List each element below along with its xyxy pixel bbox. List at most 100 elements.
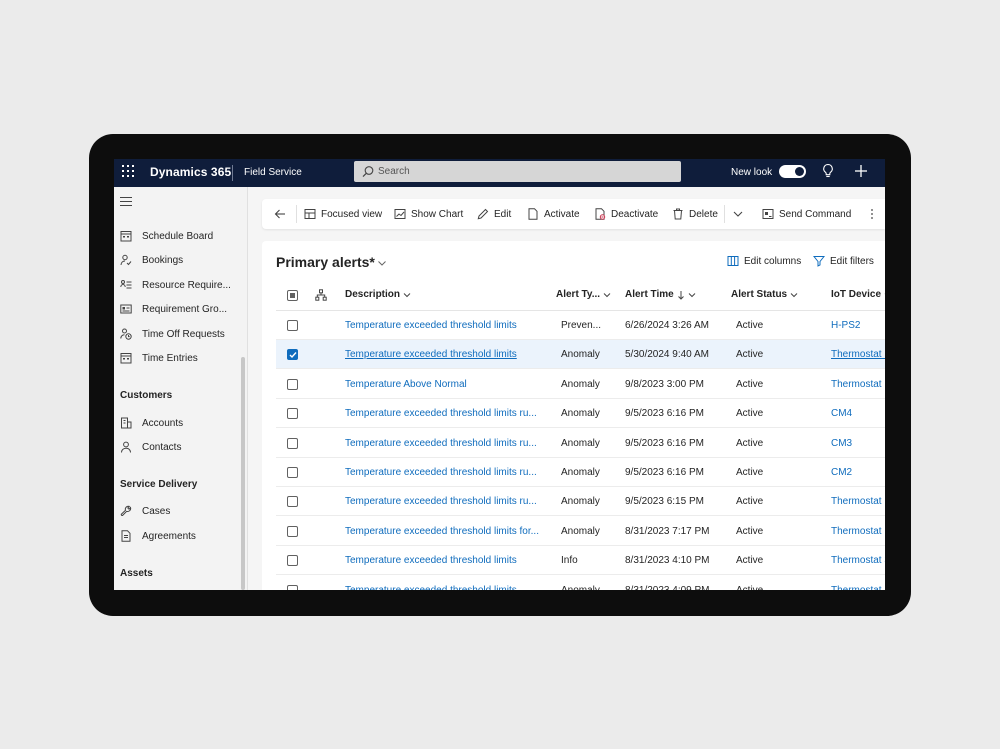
iot-device-link[interactable]: CM4 xyxy=(831,408,885,419)
iot-device-link[interactable]: Thermostat 1 xyxy=(831,496,885,507)
chevron-down-icon[interactable] xyxy=(377,258,387,268)
brand-title[interactable]: Dynamics 365 xyxy=(150,165,231,179)
description-link[interactable]: Temperature exceeded threshold limits ru… xyxy=(345,467,545,478)
app-name[interactable]: Field Service xyxy=(244,167,302,178)
row-checkbox[interactable] xyxy=(287,349,298,361)
command-bar: Focused view Show Chart Edit Activate De… xyxy=(262,199,885,229)
row-checkbox[interactable] xyxy=(287,320,298,331)
app-launcher-icon[interactable] xyxy=(122,165,134,177)
alert-time-cell: 9/5/2023 6:16 PM xyxy=(625,467,704,478)
select-all-checkbox[interactable] xyxy=(287,290,298,301)
view-title[interactable]: Primary alerts* xyxy=(276,254,375,270)
sidebar-item-agreements[interactable]: Agreements xyxy=(120,526,238,546)
focused-view-button[interactable]: Focused view xyxy=(304,199,382,229)
alert-status-cell: Active xyxy=(736,555,764,567)
description-link[interactable]: Temperature exceeded threshold limits xyxy=(345,555,545,566)
column-header-alert-status[interactable]: Alert Status xyxy=(731,289,798,300)
search-input[interactable]: Search xyxy=(354,161,681,182)
table-row[interactable]: Temperature exceeded threshold limits Inf… xyxy=(276,546,885,576)
new-look-toggle[interactable] xyxy=(779,165,806,178)
document-remove-icon xyxy=(595,208,606,220)
send-command-button[interactable]: Send Command xyxy=(762,199,851,229)
row-checkbox[interactable] xyxy=(287,525,298,537)
iot-device-link[interactable]: CM3 xyxy=(831,438,885,449)
iot-device-link[interactable]: Thermostat 3 xyxy=(831,555,885,566)
alerts-grid: Primary alerts* Edit columns Edit filter… xyxy=(262,241,885,590)
alert-time-cell: 9/8/2023 3:00 PM xyxy=(625,378,704,390)
table-row[interactable]: Temperature exceeded threshold limits ru… xyxy=(276,429,885,458)
alert-type-cell: Anomaly xyxy=(561,496,600,508)
alert-status-cell: Active xyxy=(736,585,796,590)
overflow-menu-button[interactable] xyxy=(866,199,883,229)
sidebar-item-cases[interactable]: Cases xyxy=(120,501,238,521)
deactivate-button[interactable]: Deactivate xyxy=(594,199,658,229)
sidebar: Schedule Board Bookings Resource Require… xyxy=(114,187,248,590)
row-checkbox[interactable] xyxy=(287,496,298,508)
row-checkbox[interactable] xyxy=(287,378,298,390)
edit-label: Edit xyxy=(494,208,512,220)
filter-icon xyxy=(813,256,825,267)
alert-type-cell: Anomaly xyxy=(561,408,600,420)
back-button[interactable] xyxy=(274,199,291,229)
description-link[interactable]: Temperature exceeded threshold limits ru… xyxy=(345,496,545,507)
edit-columns-button[interactable]: Edit columns xyxy=(727,255,801,267)
row-checkbox[interactable] xyxy=(287,437,298,449)
row-checkbox[interactable] xyxy=(287,555,298,567)
sidebar-item-schedule-board[interactable]: Schedule Board xyxy=(120,226,238,246)
table-row[interactable]: Temperature exceeded threshold limits ru… xyxy=(276,458,885,487)
iot-device-link[interactable]: Thermostat 1 xyxy=(831,379,885,390)
sidebar-item-contacts[interactable]: Contacts xyxy=(120,437,238,457)
more-commands-dropdown[interactable] xyxy=(732,199,749,229)
sidebar-item-time-off-requests[interactable]: Time Off Requests xyxy=(120,324,238,344)
activate-button[interactable]: Activate xyxy=(527,199,580,229)
column-header-alert-type[interactable]: Alert Ty... xyxy=(556,289,611,300)
pencil-icon xyxy=(477,208,489,220)
trash-icon xyxy=(673,208,683,220)
sidebar-item-label: Agreements xyxy=(142,530,196,542)
description-link[interactable]: Temperature exceeded threshold limits xyxy=(345,349,545,360)
description-link[interactable]: Temperature exceeded threshold limits xyxy=(345,320,545,331)
iot-device-link[interactable]: Thermostat 1 xyxy=(831,526,885,537)
table-row[interactable]: Temperature exceeded threshold limits Pre… xyxy=(276,311,885,340)
table-row[interactable]: Temperature exceeded threshold limits Ano… xyxy=(276,576,885,590)
delete-button[interactable]: Delete xyxy=(672,199,718,229)
column-header-iot-device[interactable]: IoT Device xyxy=(831,289,885,300)
description-link[interactable]: Temperature exceeded threshold limits ru… xyxy=(345,408,545,419)
sidebar-item-label: Schedule Board xyxy=(142,230,214,242)
sidebar-item-time-entries[interactable]: Time Entries xyxy=(120,348,238,368)
chart-icon xyxy=(394,209,406,219)
row-checkbox[interactable] xyxy=(287,467,298,478)
description-link[interactable]: Temperature exceeded threshold limits xyxy=(345,585,545,590)
description-link[interactable]: Temperature exceeded threshold limits ru… xyxy=(345,438,545,449)
lightbulb-icon[interactable] xyxy=(821,163,835,179)
column-header-description[interactable]: Description xyxy=(345,289,411,300)
iot-device-link[interactable]: CM2 xyxy=(831,467,885,478)
show-chart-button[interactable]: Show Chart xyxy=(394,199,463,229)
sidebar-scrollbar[interactable] xyxy=(241,357,245,590)
edit-filters-button[interactable]: Edit filters xyxy=(813,255,874,267)
hierarchy-icon[interactable] xyxy=(315,289,327,301)
row-checkbox[interactable] xyxy=(287,408,298,420)
row-checkbox[interactable] xyxy=(287,584,298,590)
sidebar-item-resource-requirements[interactable]: Resource Require... xyxy=(120,275,238,295)
table-row[interactable]: Temperature exceeded threshold limits ru… xyxy=(276,487,885,517)
table-row[interactable]: Temperature exceeded threshold limits fo… xyxy=(276,517,885,546)
iot-device-link[interactable]: H-PS2 xyxy=(831,320,885,331)
hamburger-menu-icon[interactable] xyxy=(120,197,132,207)
edit-button[interactable]: Edit xyxy=(477,199,511,229)
edit-columns-label: Edit columns xyxy=(744,255,802,267)
column-header-alert-time[interactable]: Alert Time xyxy=(625,289,696,300)
description-link[interactable]: Temperature exceeded threshold limits fo… xyxy=(345,526,545,537)
description-link[interactable]: Temperature Above Normal xyxy=(345,379,545,390)
alert-time-cell: 6/26/2024 3:26 AM xyxy=(625,320,709,331)
iot-device-link[interactable]: Thermostat 1 xyxy=(831,349,885,360)
plus-icon[interactable] xyxy=(853,163,869,179)
sidebar-item-bookings[interactable]: Bookings xyxy=(120,250,238,270)
table-row[interactable]: Temperature exceeded threshold limits ru… xyxy=(276,399,885,429)
iot-device-link[interactable]: Thermostat 1 xyxy=(831,585,885,590)
table-row[interactable]: Temperature Above Normal Anomaly 9/8/2023 … xyxy=(276,370,885,399)
sidebar-item-requirement-groups[interactable]: Requirement Gro... xyxy=(120,299,238,319)
nav-group-assets: Assets xyxy=(120,568,153,579)
table-row[interactable]: Temperature exceeded threshold limits Ano… xyxy=(276,340,885,370)
sidebar-item-accounts[interactable]: Accounts xyxy=(120,413,238,433)
